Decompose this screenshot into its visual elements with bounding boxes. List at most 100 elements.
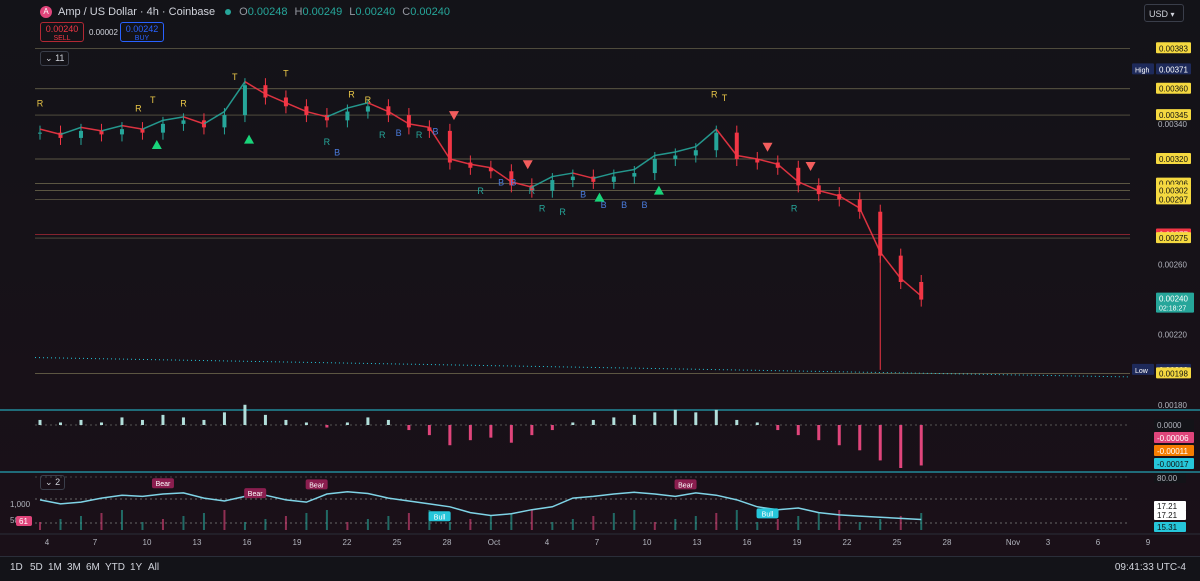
osc-bar	[427, 425, 431, 436]
timeframe-3m[interactable]: 3M	[67, 562, 81, 573]
volume-bar	[79, 516, 82, 530]
volume-bar	[592, 516, 595, 530]
close-value: 0.00240	[410, 6, 450, 18]
chart-area[interactable]: 0.00383 0.00371 High 0.00360 0.00345 0.00320 0…	[0, 0, 1200, 580]
currency-label: USD	[1149, 9, 1169, 19]
signal-label: T	[283, 68, 289, 78]
osc-bar	[243, 404, 247, 425]
volume-bar	[571, 519, 574, 530]
timeframe-all[interactable]: All	[148, 562, 159, 573]
osc-bar	[345, 422, 349, 425]
osc-bar	[489, 425, 493, 438]
osc-bar	[673, 409, 677, 425]
timeframe-ytd[interactable]: YTD	[105, 562, 125, 573]
candle-body	[38, 132, 42, 134]
price-level-tag-text: Low	[1135, 368, 1149, 375]
rsi-annotation-label: Bear	[309, 482, 324, 489]
volume-bar	[243, 522, 246, 530]
oscillator-count: 2	[55, 477, 61, 487]
x-axis-tick: 28	[443, 538, 452, 547]
osc-bar	[550, 425, 554, 431]
clock[interactable]: 09:41:33 UTC-4	[1115, 562, 1186, 573]
volume-bar	[756, 522, 759, 530]
oscillator-toggle[interactable]: ⌄ 2	[40, 475, 66, 490]
osc-value-label: 0.0000	[1157, 421, 1182, 430]
signal-label: R	[791, 204, 798, 214]
osc-bar	[591, 419, 595, 425]
volume-bar	[489, 516, 492, 530]
timeframe-1d[interactable]: 1D	[10, 562, 23, 573]
rsi-annotation-label: Bear	[678, 482, 693, 489]
signal-label: B	[433, 126, 439, 136]
sell-price: 0.00240	[45, 24, 79, 34]
volume-bar	[510, 513, 513, 530]
osc-bar	[468, 425, 472, 441]
volume-bar	[674, 519, 677, 530]
countdown-label: 02:18:27	[1159, 306, 1186, 313]
x-axis-tick: 13	[193, 538, 202, 547]
price-level-label: 0.00360	[1159, 85, 1188, 94]
x-axis-tick: 16	[243, 538, 252, 547]
chevron-down-icon: ▾	[1170, 10, 1175, 19]
close-label: C	[402, 6, 411, 18]
volume-bar	[817, 513, 820, 530]
volume-bar	[346, 522, 349, 530]
x-axis-tick: 28	[943, 538, 952, 547]
timeframe-1m[interactable]: 1M	[48, 562, 62, 573]
signal-label: R	[37, 98, 44, 108]
signal-label: B	[601, 200, 607, 210]
candle-body	[140, 129, 145, 133]
buy-button[interactable]: 0.00242 BUY	[120, 22, 164, 42]
currency-select[interactable]: USD ▾	[1144, 4, 1184, 22]
volume-bar	[612, 513, 615, 530]
price-chart-svg[interactable]: 0.00383 0.00371 High 0.00360 0.00345 0.00320 0…	[0, 0, 1200, 556]
signal-label: R	[477, 186, 484, 196]
candle-body	[919, 282, 924, 300]
signal-label: B	[498, 177, 504, 187]
signal-label: R	[559, 207, 566, 217]
volume-bar	[633, 510, 636, 530]
y-axis-tick: 0.00260	[1158, 260, 1187, 269]
volume-bar	[39, 522, 41, 530]
signal-label: R	[365, 95, 372, 105]
signal-label: B	[580, 190, 586, 200]
ohlc-values: O0.00248 H0.00249 L0.00240 C0.00240	[239, 6, 454, 18]
symbol-title[interactable]: Amp / US Dollar · 4h · Coinbase	[58, 6, 215, 18]
y-axis-tick: 0.00220	[1158, 331, 1187, 340]
sell-button[interactable]: 0.00240 SELL	[40, 22, 84, 42]
signal-label: R	[135, 104, 142, 114]
osc-bar	[181, 417, 185, 425]
volume-bar	[879, 519, 882, 530]
price-level-tag-text: High	[1135, 67, 1150, 74]
signal-label: R	[324, 137, 331, 147]
x-axis-tick: 16	[743, 538, 752, 547]
signal-label: T	[150, 95, 156, 105]
timeframe-6m[interactable]: 6M	[86, 562, 100, 573]
signal-label: R	[416, 130, 423, 140]
osc-bar	[38, 419, 42, 425]
x-axis-tick: 9	[1146, 538, 1151, 547]
candle-body	[570, 176, 575, 181]
x-axis-tick: 19	[793, 538, 802, 547]
market-status-icon	[225, 9, 232, 15]
signal-label: B	[621, 200, 627, 210]
x-axis-tick: Oct	[488, 538, 501, 547]
rsi-annotation-label: Bear	[156, 481, 171, 488]
rsi-value-label: 17.21	[1157, 502, 1178, 511]
timeframe-1y[interactable]: 1Y	[130, 562, 142, 573]
candle-body	[714, 132, 719, 151]
candle-body	[242, 85, 247, 116]
x-axis-tick: 6	[1096, 538, 1101, 547]
timeframe-5d[interactable]: 5D	[30, 562, 43, 573]
volume-bar	[653, 522, 656, 530]
y-axis-tick: 0.00180	[1158, 401, 1187, 410]
rsi-y-tick: 1,000	[10, 500, 31, 509]
indicators-toggle[interactable]: ⌄ 11	[40, 51, 70, 66]
signal-label: B	[510, 177, 516, 187]
osc-bar	[222, 412, 226, 425]
rsi-value-label: 17.21	[1157, 511, 1178, 520]
osc-bar	[632, 414, 636, 425]
volume-bar	[161, 519, 164, 530]
signal-label: B	[642, 200, 648, 210]
osc-value-label: -0.00011	[1157, 447, 1189, 456]
